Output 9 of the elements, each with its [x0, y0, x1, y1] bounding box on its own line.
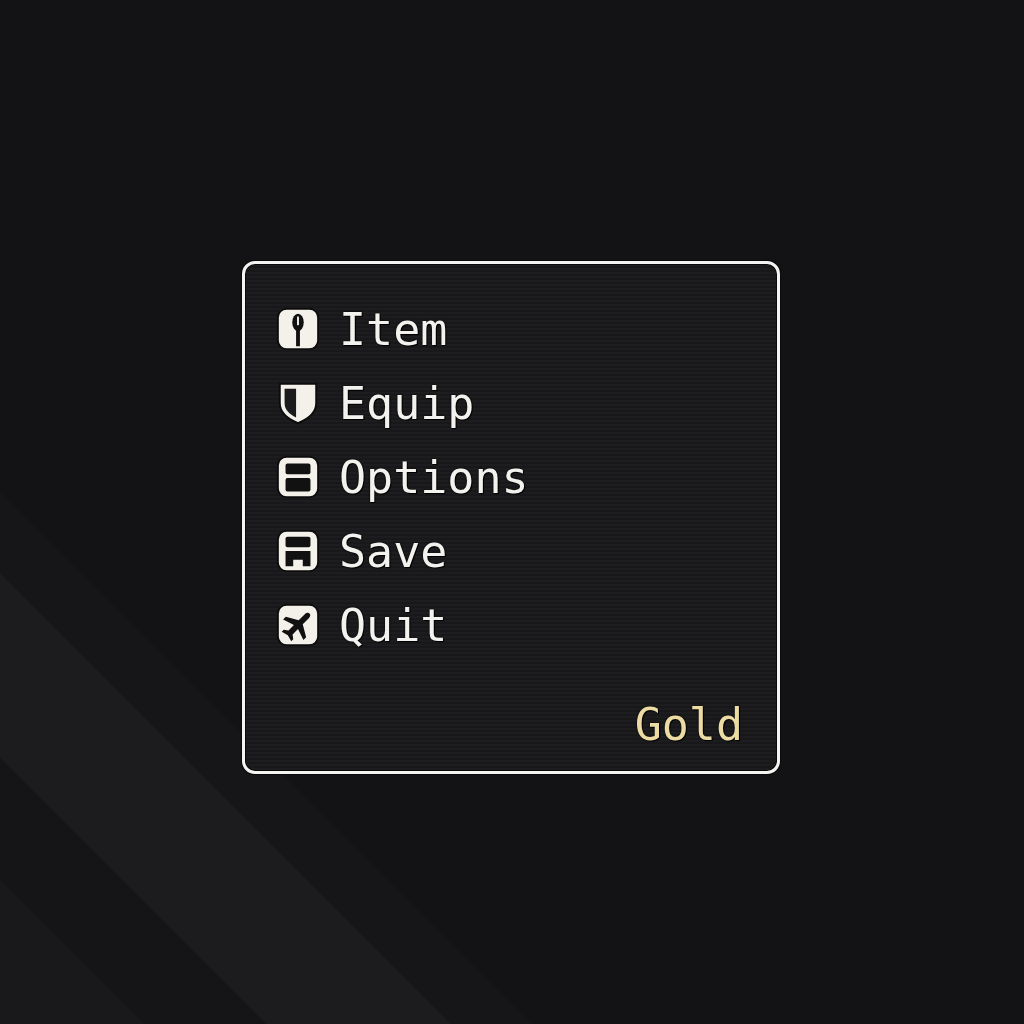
- spoon-icon: [275, 306, 321, 352]
- menu-item[interactable]: Equip: [275, 366, 483, 440]
- airplane-icon: [275, 602, 321, 648]
- menu-item[interactable]: Options: [275, 440, 537, 514]
- menu-item[interactable]: Item: [275, 292, 456, 366]
- menu-item[interactable]: Quit: [275, 588, 456, 662]
- drawer-icon: [275, 454, 321, 500]
- currency-label: Gold: [634, 699, 743, 749]
- menu-item[interactable]: Save: [275, 514, 456, 588]
